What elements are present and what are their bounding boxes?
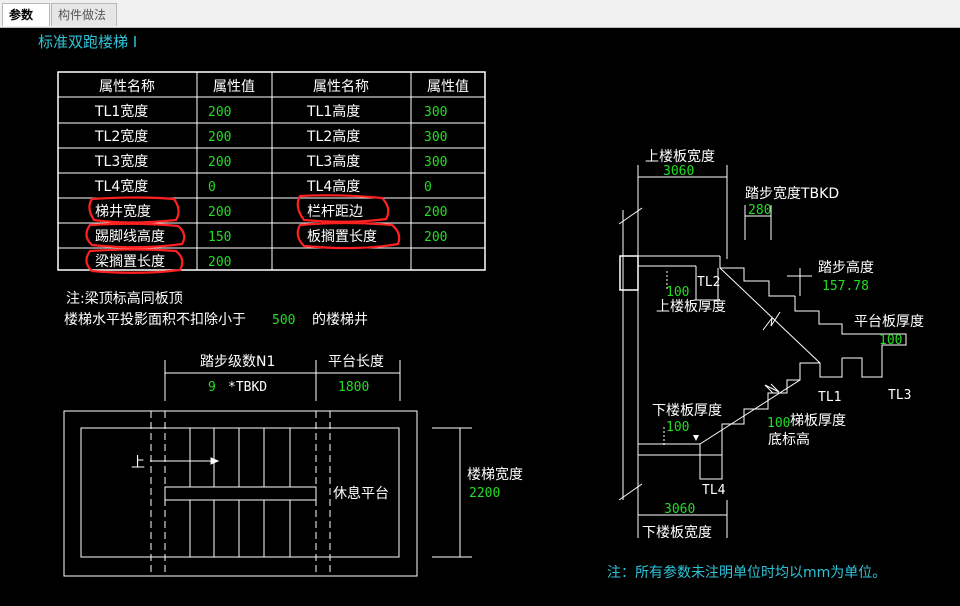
property-value-cell[interactable]: 300 <box>424 105 447 120</box>
upper-slab-width-label: 上楼板宽度 <box>645 148 715 165</box>
property-name-cell: 梯井宽度 <box>95 203 151 220</box>
lower-slab-thickness-label: 下楼板厚度 <box>652 403 722 419</box>
tab-parameter-diagram[interactable]: 参数图 <box>2 3 50 45</box>
tread-width-label: 踏步宽度TBKD <box>745 185 839 202</box>
property-value-cell[interactable]: 0 <box>424 180 432 195</box>
platform-slab-thickness-value: 100 <box>879 333 902 348</box>
tl2-label: TL2 <box>697 275 720 290</box>
table-header-cell: 属性名称 <box>313 79 369 95</box>
property-value-cell[interactable]: 200 <box>424 230 447 245</box>
property-value-cell[interactable]: 200 <box>208 130 231 145</box>
platform-slab-thickness-label: 平台板厚度 <box>854 314 924 330</box>
property-name-cell: TL4宽度 <box>94 178 148 195</box>
upper-slab-thickness-label: 上楼板厚度 <box>656 299 726 315</box>
table-cells: 属性名称 属性值 属性名称 属性值 TL1宽度 200 TL1高度 300 TL2宽度 200 TL… <box>94 79 469 270</box>
property-name-cell: 梁搁置长度 <box>95 254 165 270</box>
plan-width-value: 2200 <box>469 486 500 501</box>
parameter-drawing: 标准双跑楼梯 I 属性名称 属性值 属性名称 属性值 TL1宽度 200 TL1高度 300 T… <box>38 33 924 581</box>
step-height-label: 踏步高度 <box>818 259 874 276</box>
lower-slab-thickness-value: 100 <box>666 420 689 435</box>
property-value-cell[interactable]: 300 <box>424 130 447 145</box>
unit-note: 注：所有参数未注明单位时均以mm为单位。 <box>607 564 886 581</box>
plan-platform-length-value: 1800 <box>338 380 369 395</box>
tl1-label: TL1 <box>818 390 841 405</box>
property-name-cell: 板搁置长度 <box>307 229 377 245</box>
plan-steps-label: 踏步级数N1 <box>200 354 275 370</box>
property-value-cell[interactable]: 200 <box>208 205 231 220</box>
property-value-cell[interactable]: 200 <box>208 255 231 270</box>
lower-slab-width-value: 3060 <box>664 502 695 517</box>
property-name-cell: TL4高度 <box>306 178 360 195</box>
tl3-label: TL3 <box>888 388 911 403</box>
tab-bar: 参数图 构件做法 <box>0 0 960 45</box>
drawing-title: 标准双跑楼梯 I <box>38 33 137 51</box>
stair-slab-thickness-value: 100 <box>767 416 790 431</box>
step-height-value: 157.78 <box>822 279 869 294</box>
upper-slab-width-value: 3060 <box>663 164 694 179</box>
property-name-cell: TL3宽度 <box>94 153 148 170</box>
property-name-cell: 踢脚线高度 <box>95 228 165 245</box>
note-projection-prefix: 楼梯水平投影面积不扣除小于 <box>64 312 246 328</box>
plan-width-label: 楼梯宽度 <box>467 466 523 483</box>
property-name-cell: TL1高度 <box>306 103 360 120</box>
plan-steps-unit: *TBKD <box>228 380 267 395</box>
property-name-cell: TL2高度 <box>306 128 360 145</box>
property-value-cell[interactable]: 200 <box>208 155 231 170</box>
lower-slab-width-label: 下楼板宽度 <box>642 524 712 541</box>
plan-up-label: 上 <box>131 455 145 471</box>
stair-plan <box>63 360 472 577</box>
table-header-cell: 属性值 <box>427 79 469 95</box>
tab-component-method[interactable]: 构件做法 <box>51 3 117 26</box>
property-value-cell[interactable]: 200 <box>424 205 447 220</box>
property-value-cell[interactable]: 150 <box>208 230 231 245</box>
table-header-cell: 属性值 <box>213 79 255 95</box>
property-name-cell: TL2宽度 <box>94 128 148 145</box>
tl4-label: TL4 <box>702 483 726 498</box>
plan-steps-value: 9 <box>208 380 216 395</box>
bottom-elevation-label: 底标高 <box>768 431 810 448</box>
bottom-elevation-marker <box>693 435 699 441</box>
property-name-cell: 栏杆距边 <box>307 204 363 220</box>
tread-width-value: 280 <box>748 203 771 218</box>
property-name-cell: TL1宽度 <box>94 103 148 120</box>
property-value-cell[interactable]: 300 <box>424 155 447 170</box>
note-projection-value: 500 <box>272 313 295 328</box>
property-name-cell: TL3高度 <box>306 153 360 170</box>
upper-slab-thickness-value: 100 <box>666 285 689 300</box>
plan-rest-platform-label: 休息平台 <box>333 485 389 502</box>
note-beam-top: 注:梁顶标高同板顶 <box>66 290 183 307</box>
table-header-cell: 属性名称 <box>99 79 155 95</box>
property-value-cell[interactable]: 0 <box>208 180 216 195</box>
plan-platform-length-label: 平台长度 <box>328 354 384 370</box>
stair-slab-thickness-label: 梯板厚度 <box>790 413 846 429</box>
property-value-cell[interactable]: 200 <box>208 105 231 120</box>
stair-section <box>618 165 907 538</box>
note-projection-suffix: 的楼梯井 <box>312 312 368 328</box>
